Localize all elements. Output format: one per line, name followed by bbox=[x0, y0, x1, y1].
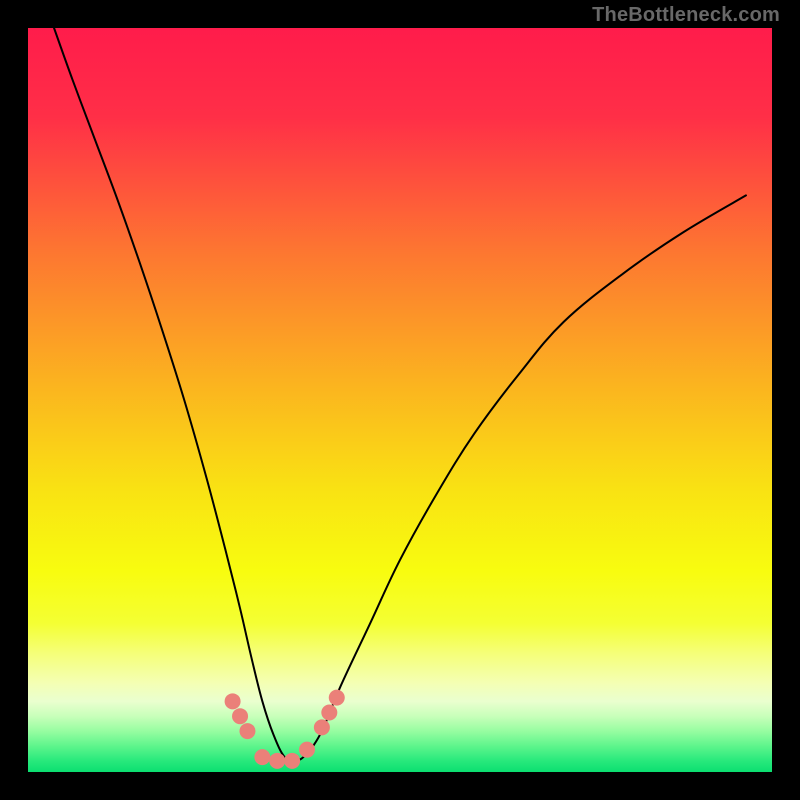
chart-container: TheBottleneck.com bbox=[0, 0, 800, 800]
curve-marker bbox=[284, 753, 300, 769]
curve-marker bbox=[254, 749, 270, 765]
curve-marker bbox=[269, 753, 285, 769]
curve-marker bbox=[321, 704, 337, 720]
curve-marker bbox=[239, 723, 255, 739]
curve-marker bbox=[299, 742, 315, 758]
curve-marker bbox=[225, 693, 241, 709]
watermark-text: TheBottleneck.com bbox=[592, 4, 780, 27]
curve-marker bbox=[314, 719, 330, 735]
curve-marker bbox=[232, 708, 248, 724]
curve-marker bbox=[329, 690, 345, 706]
chart-svg bbox=[28, 28, 772, 772]
plot-area bbox=[28, 28, 772, 772]
gradient-background bbox=[28, 28, 772, 772]
